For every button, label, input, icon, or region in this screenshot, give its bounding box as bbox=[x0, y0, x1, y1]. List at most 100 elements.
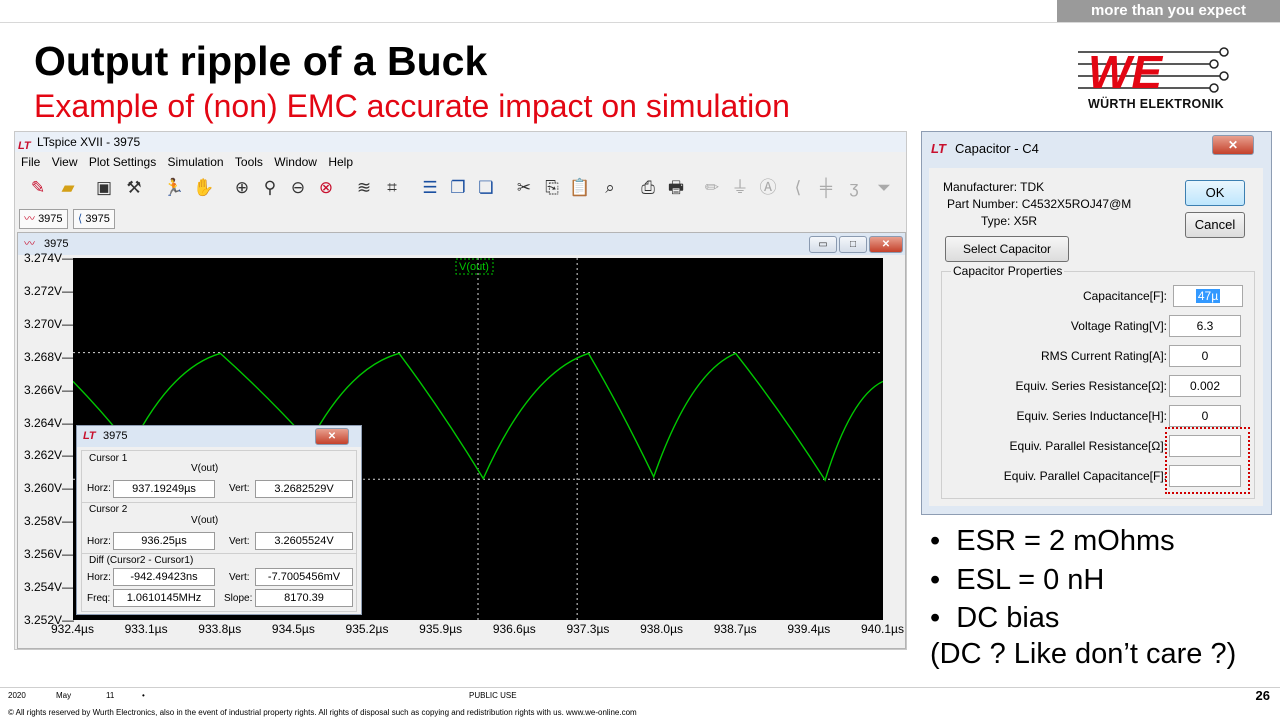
inductor-icon[interactable]: ʒ bbox=[843, 177, 865, 199]
menu-tools[interactable]: Tools bbox=[235, 152, 263, 172]
cursor2-horz-label: Horz: bbox=[87, 536, 111, 547]
tab-waveform[interactable]: 〰 3975 bbox=[19, 209, 68, 229]
schematic-icon: ⟨ bbox=[78, 213, 83, 225]
footer-dot: • bbox=[142, 691, 145, 700]
maximize-button[interactable]: □ bbox=[839, 236, 867, 253]
x-tick-label: 939.4µs bbox=[787, 622, 831, 636]
run-icon[interactable]: 🏃 bbox=[163, 177, 185, 199]
voltage-rating-label: Voltage Rating[V]: bbox=[1070, 319, 1167, 333]
cursor-dialog-close-button[interactable]: ✕ bbox=[315, 428, 349, 445]
capacitor-properties-label: Capacitor Properties bbox=[951, 264, 1065, 278]
cursor1-trace: V(out) bbox=[191, 463, 219, 474]
esr-input[interactable]: 0.002 bbox=[1169, 375, 1241, 397]
dc-note: (DC ? Like don’t care ?) bbox=[930, 638, 1237, 670]
capacitor-dialog-close-button[interactable]: ✕ bbox=[1212, 135, 1254, 155]
pan-hand-icon[interactable]: ✋ bbox=[193, 177, 215, 199]
menu-view[interactable]: View bbox=[52, 152, 78, 172]
print-icon[interactable]: 🖶 bbox=[665, 177, 687, 199]
cursor2-trace: V(out) bbox=[191, 515, 219, 526]
print-setup-icon[interactable]: ⎙ bbox=[637, 177, 659, 199]
cursor2-label: Cursor 2 bbox=[89, 504, 128, 515]
top-divider bbox=[0, 22, 1280, 23]
menu-file[interactable]: File bbox=[21, 152, 40, 172]
slide-title: Output ripple of a Buck bbox=[34, 38, 488, 84]
ltspice-titlebar[interactable]: LT LTspice XVII - 3975 bbox=[15, 132, 906, 152]
cancel-button[interactable]: Cancel bbox=[1185, 212, 1245, 238]
zoom-out-icon[interactable]: ⊖ bbox=[287, 177, 309, 199]
ltspice-logo-icon: LT bbox=[931, 141, 946, 156]
waveform-titlebar[interactable]: 〰 3975 ▭ □ ✕ bbox=[18, 233, 905, 255]
menu-simulation[interactable]: Simulation bbox=[168, 152, 224, 172]
trace-label[interactable]: V(out) bbox=[459, 261, 489, 273]
tab-schematic[interactable]: ⟨ 3975 bbox=[73, 209, 115, 229]
page-number: 26 bbox=[1255, 688, 1270, 703]
footer-year: 2020 bbox=[8, 691, 26, 700]
open-folder-icon[interactable]: ▰ bbox=[57, 177, 79, 199]
cut-icon[interactable]: ✂ bbox=[513, 177, 535, 199]
part-number-text: Part Number: C4532X5ROJ47@M bbox=[947, 197, 1132, 211]
ground-icon[interactable]: ⏚ bbox=[729, 177, 751, 199]
x-tick-label: 935.2µs bbox=[345, 622, 389, 636]
resistor-icon[interactable]: ⟨ bbox=[787, 177, 809, 199]
capacitance-input[interactable]: 47µ bbox=[1173, 285, 1243, 307]
tile-horizontal-icon[interactable]: ☰ bbox=[419, 177, 441, 199]
esl-input[interactable]: 0 bbox=[1169, 405, 1241, 427]
cursor1-vert-value[interactable]: 3.2682529V bbox=[255, 480, 353, 498]
tile-vertical-icon[interactable]: ❏ bbox=[475, 177, 497, 199]
menu-help[interactable]: Help bbox=[328, 152, 353, 172]
menu-plot-settings[interactable]: Plot Settings bbox=[89, 152, 156, 172]
find-icon[interactable]: ⌕ bbox=[599, 177, 621, 199]
capacitor-dialog-titlebar[interactable]: LT Capacitor - C4 ✕ bbox=[922, 132, 1271, 166]
capacitor-icon[interactable]: ╪ bbox=[815, 177, 837, 199]
ok-button[interactable]: OK bbox=[1185, 180, 1245, 206]
grid-icon[interactable]: ⌗ bbox=[381, 177, 403, 199]
waveform-icon: 〰 bbox=[24, 213, 35, 225]
toolbar: ✎ ▰ ▣ ⚒ 🏃 ✋ ⊕ ⚲ ⊖ ⊗ ≋ ⌗ ☰ ❐ ❏ ✂ ⎘ 📋 ⌕ ⎙ … bbox=[15, 174, 906, 204]
cursor-dialog: LT 3975 ✕ Cursor 1 V(out) Horz: 937.1924… bbox=[76, 425, 362, 615]
copy-icon[interactable]: ⎘ bbox=[541, 177, 563, 199]
manufacturer-text: Manufacturer: TDK bbox=[943, 180, 1045, 194]
cursor2-horz-value[interactable]: 936.25µs bbox=[113, 532, 215, 550]
diff-horz-value[interactable]: -942.49423ns bbox=[113, 568, 215, 586]
slope-value[interactable]: 8170.39 bbox=[255, 589, 353, 607]
ltspice-logo-icon: LT bbox=[83, 430, 96, 442]
voltage-rating-input[interactable]: 6.3 bbox=[1169, 315, 1241, 337]
tab-waveform-label: 3975 bbox=[38, 213, 63, 225]
diff-vert-value[interactable]: -7.7005456mV bbox=[255, 568, 353, 586]
diff-vert-label: Vert: bbox=[229, 572, 250, 583]
new-schematic-icon[interactable]: ✎ bbox=[27, 177, 49, 199]
footer-divider bbox=[0, 687, 1280, 688]
zoom-fit-icon[interactable]: ⊗ bbox=[315, 177, 337, 199]
cursor-dialog-title: 3975 bbox=[103, 430, 128, 442]
paste-icon[interactable]: 📋 bbox=[569, 177, 591, 199]
cursor1-horz-value[interactable]: 937.19249µs bbox=[113, 480, 215, 498]
cursor-dialog-titlebar[interactable]: LT 3975 ✕ bbox=[77, 426, 361, 447]
wire-icon[interactable]: ✏ bbox=[701, 177, 723, 199]
cursor2-vert-label: Vert: bbox=[229, 536, 250, 547]
cursor1-vert-label: Vert: bbox=[229, 483, 250, 494]
minimize-button[interactable]: ▭ bbox=[809, 236, 837, 253]
footer-month: May bbox=[56, 691, 72, 700]
zoom-area-icon[interactable]: ⚲ bbox=[259, 177, 281, 199]
close-button[interactable]: ✕ bbox=[869, 236, 903, 253]
control-panel-icon[interactable]: ⚒ bbox=[123, 177, 145, 199]
cursor1-horz-label: Horz: bbox=[87, 483, 111, 494]
label-net-icon[interactable]: Ⓐ bbox=[757, 177, 779, 199]
freq-value[interactable]: 1.0610145MHz bbox=[113, 589, 215, 607]
cursor1-label: Cursor 1 bbox=[89, 453, 128, 464]
cursor2-vert-value[interactable]: 3.2605524V bbox=[255, 532, 353, 550]
menu-window[interactable]: Window bbox=[274, 152, 317, 172]
menu-bar: File View Plot Settings Simulation Tools… bbox=[15, 152, 906, 172]
x-tick-label: 940.1µs bbox=[861, 622, 904, 636]
bullet-list: • ESR = 2 mOhms • ESL = 0 nH • DC bias bbox=[930, 522, 1175, 638]
save-icon[interactable]: ▣ bbox=[93, 177, 115, 199]
autorange-icon[interactable]: ≋ bbox=[353, 177, 375, 199]
zoom-in-icon[interactable]: ⊕ bbox=[231, 177, 253, 199]
tagline-banner: more than you expect bbox=[1057, 0, 1280, 22]
rms-current-input[interactable]: 0 bbox=[1169, 345, 1241, 367]
cascade-icon[interactable]: ❐ bbox=[447, 177, 469, 199]
bullet-item: • ESR = 2 mOhms bbox=[930, 525, 1175, 557]
bullet-item: • ESL = 0 nH bbox=[930, 563, 1105, 596]
select-capacitor-button[interactable]: Select Capacitor bbox=[945, 236, 1069, 262]
diode-icon[interactable]: ⏷ bbox=[873, 177, 895, 199]
